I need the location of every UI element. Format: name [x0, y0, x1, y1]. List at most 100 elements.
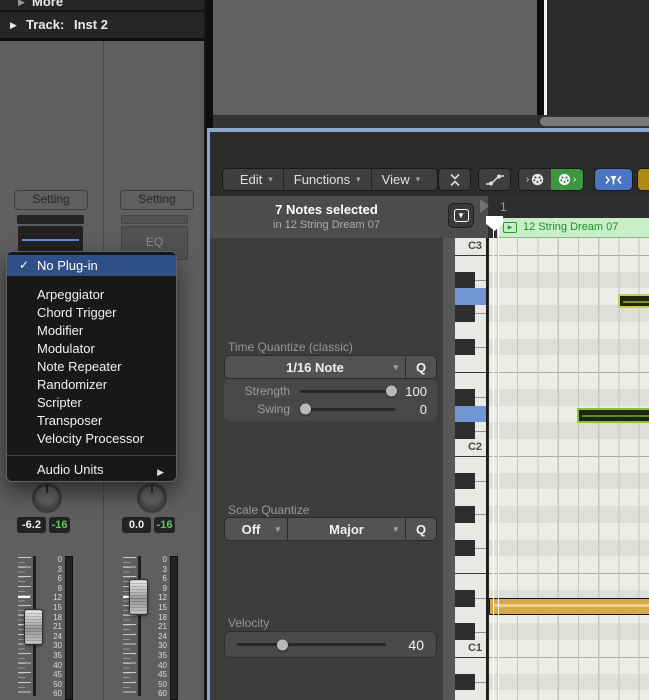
- strength-slider[interactable]: [300, 390, 395, 393]
- checkmark-icon: ✓: [19, 258, 29, 272]
- piano-key-F1[interactable]: [455, 556, 486, 573]
- piano-key-F2[interactable]: [455, 355, 486, 372]
- piano-key-E1[interactable]: [455, 573, 486, 590]
- collapse-icon: [449, 173, 461, 187]
- selection-info-bar: 7 Notes selected in 12 String Dream 07 ▼: [210, 196, 488, 238]
- menu-item-randomizer[interactable]: Randomizer: [7, 376, 176, 394]
- piano-key-C#2[interactable]: [455, 422, 486, 439]
- piano-key-G2[interactable]: [455, 322, 486, 339]
- piano-key-B2[interactable]: [455, 255, 486, 272]
- automation-button[interactable]: [478, 168, 511, 191]
- midi-in-button[interactable]: ›: [519, 169, 551, 190]
- menu-button-edit[interactable]: Edit▾: [230, 169, 283, 190]
- piano-key-C2[interactable]: C2: [455, 439, 486, 456]
- piano-key-G#1[interactable]: [455, 506, 486, 523]
- piano-key-C#1[interactable]: [455, 623, 486, 640]
- piano-keyboard[interactable]: C3 C2 C1: [455, 238, 488, 700]
- menu-item-audio-units[interactable]: Audio Units ▶: [7, 460, 176, 479]
- piano-key-A2[interactable]: [455, 288, 486, 305]
- menu-button-functions[interactable]: Functions▾: [284, 169, 371, 190]
- fader-cap-strip2[interactable]: [129, 579, 148, 615]
- menu-item-modulator[interactable]: Modulator: [7, 340, 176, 358]
- midi-note-D1[interactable]: [489, 598, 649, 615]
- send-readout-strip1[interactable]: -16: [49, 517, 70, 533]
- piano-key-A#0[interactable]: [455, 674, 486, 691]
- fader-track-strip2[interactable]: [138, 556, 141, 696]
- piano-key-D#2[interactable]: [455, 389, 486, 406]
- piano-key-E2[interactable]: [455, 372, 486, 389]
- more-disclosure-row[interactable]: ▶ More: [0, 0, 207, 10]
- menu-item-selected[interactable]: ✓ No Plug-in: [7, 255, 176, 276]
- more-label: More: [32, 0, 63, 9]
- menu-item-transposer[interactable]: Transposer: [7, 412, 176, 430]
- velocity-tool-button[interactable]: [637, 168, 649, 191]
- bar-ruler[interactable]: 1: [488, 196, 649, 218]
- collapse-mode-button[interactable]: [594, 168, 633, 191]
- piano-key-D1[interactable]: [455, 607, 486, 624]
- swing-slider-knob[interactable]: [300, 404, 311, 415]
- setting-button-strip1[interactable]: Setting: [14, 190, 88, 210]
- region-play-icon[interactable]: ▶: [503, 222, 517, 233]
- velocity-slider[interactable]: [237, 643, 386, 646]
- time-quantize-dropdown[interactable]: 1/16 Note ▾: [225, 356, 405, 378]
- track-disclosure-row[interactable]: ▶ Track: Inst 2: [0, 12, 207, 38]
- piano-key-F#1[interactable]: [455, 540, 486, 557]
- piano-key-D#1[interactable]: [455, 590, 486, 607]
- menu-item-note-repeater[interactable]: Note Repeater: [7, 358, 176, 376]
- time-quantize-apply-button[interactable]: Q: [406, 356, 436, 378]
- piano-key-D2[interactable]: [455, 406, 486, 423]
- pan-knob-strip1[interactable]: [32, 483, 62, 513]
- black-key: [455, 590, 475, 607]
- piano-key-A#1[interactable]: [455, 473, 486, 490]
- piano-key-G1[interactable]: [455, 523, 486, 540]
- midi-note-A2-selected[interactable]: [618, 294, 649, 308]
- volume-readout-strip1[interactable]: -6.2: [17, 517, 46, 533]
- db-label-24: 24: [53, 633, 62, 641]
- piano-key-A1[interactable]: [455, 489, 486, 506]
- swing-slider[interactable]: [300, 408, 395, 411]
- menu-item-velocity-processor[interactable]: Velocity Processor: [7, 430, 176, 448]
- note-grid[interactable]: [489, 238, 649, 700]
- focus-border-top: [207, 128, 649, 132]
- fader-cap-strip1[interactable]: [24, 609, 43, 645]
- db-scale-strip2: 03691215182124303540455060: [152, 556, 167, 696]
- menu-button-label: Edit: [240, 172, 262, 187]
- menu-item-chord-trigger[interactable]: Chord Trigger: [7, 304, 176, 322]
- piano-key-B0[interactable]: [455, 657, 486, 674]
- midi-out-button[interactable]: ›: [551, 169, 583, 190]
- scale-quantize-apply-button[interactable]: Q: [406, 518, 436, 540]
- gain-reduction-bar-strip2: [121, 215, 188, 224]
- piano-key-F#2[interactable]: [455, 339, 486, 356]
- setting-button-strip2[interactable]: Setting: [120, 190, 194, 210]
- horizontal-scrollbar-thumb[interactable]: [540, 117, 649, 126]
- piano-key-A0[interactable]: [455, 690, 486, 700]
- send-readout-strip2[interactable]: -16: [154, 517, 175, 533]
- menu-item-arpeggiator[interactable]: Arpeggiator: [7, 286, 176, 304]
- local-menu-bar: Edit▾Functions▾View▾: [222, 168, 438, 191]
- black-key: [455, 422, 475, 439]
- scale-root-dropdown[interactable]: Off ▾: [225, 518, 287, 540]
- unity-marker-strip1: [18, 596, 30, 598]
- pan-knob-strip2[interactable]: [137, 483, 167, 513]
- highlighted-key: [455, 406, 486, 423]
- piano-key-C3[interactable]: C3: [455, 238, 486, 255]
- collapse-button[interactable]: [438, 168, 471, 191]
- strength-slider-knob[interactable]: [386, 386, 397, 397]
- midi-note-D2-selected[interactable]: [577, 408, 649, 423]
- velocity-slider-knob[interactable]: [277, 639, 288, 650]
- piano-key-B1[interactable]: [455, 456, 486, 473]
- midi-in-icon: [531, 173, 544, 186]
- region-header[interactable]: ▶ 12 String Dream 07: [497, 218, 649, 238]
- playhead-line[interactable]: [493, 218, 499, 700]
- piano-key-C1[interactable]: C1: [455, 640, 486, 657]
- piano-key-A#2[interactable]: [455, 272, 486, 289]
- menu-item-scripter[interactable]: Scripter: [7, 394, 176, 412]
- scale-type-dropdown[interactable]: Major ▾: [288, 518, 405, 540]
- volume-readout-strip2[interactable]: 0.0: [122, 517, 151, 533]
- menu-button-view[interactable]: View▾: [372, 169, 430, 190]
- piano-key-G#2[interactable]: [455, 305, 486, 322]
- level-meter-strip1: [65, 556, 73, 700]
- inspector-disclosure-button[interactable]: ▼: [448, 203, 474, 228]
- db-label-21: 21: [53, 623, 62, 631]
- menu-item-modifier[interactable]: Modifier: [7, 322, 176, 340]
